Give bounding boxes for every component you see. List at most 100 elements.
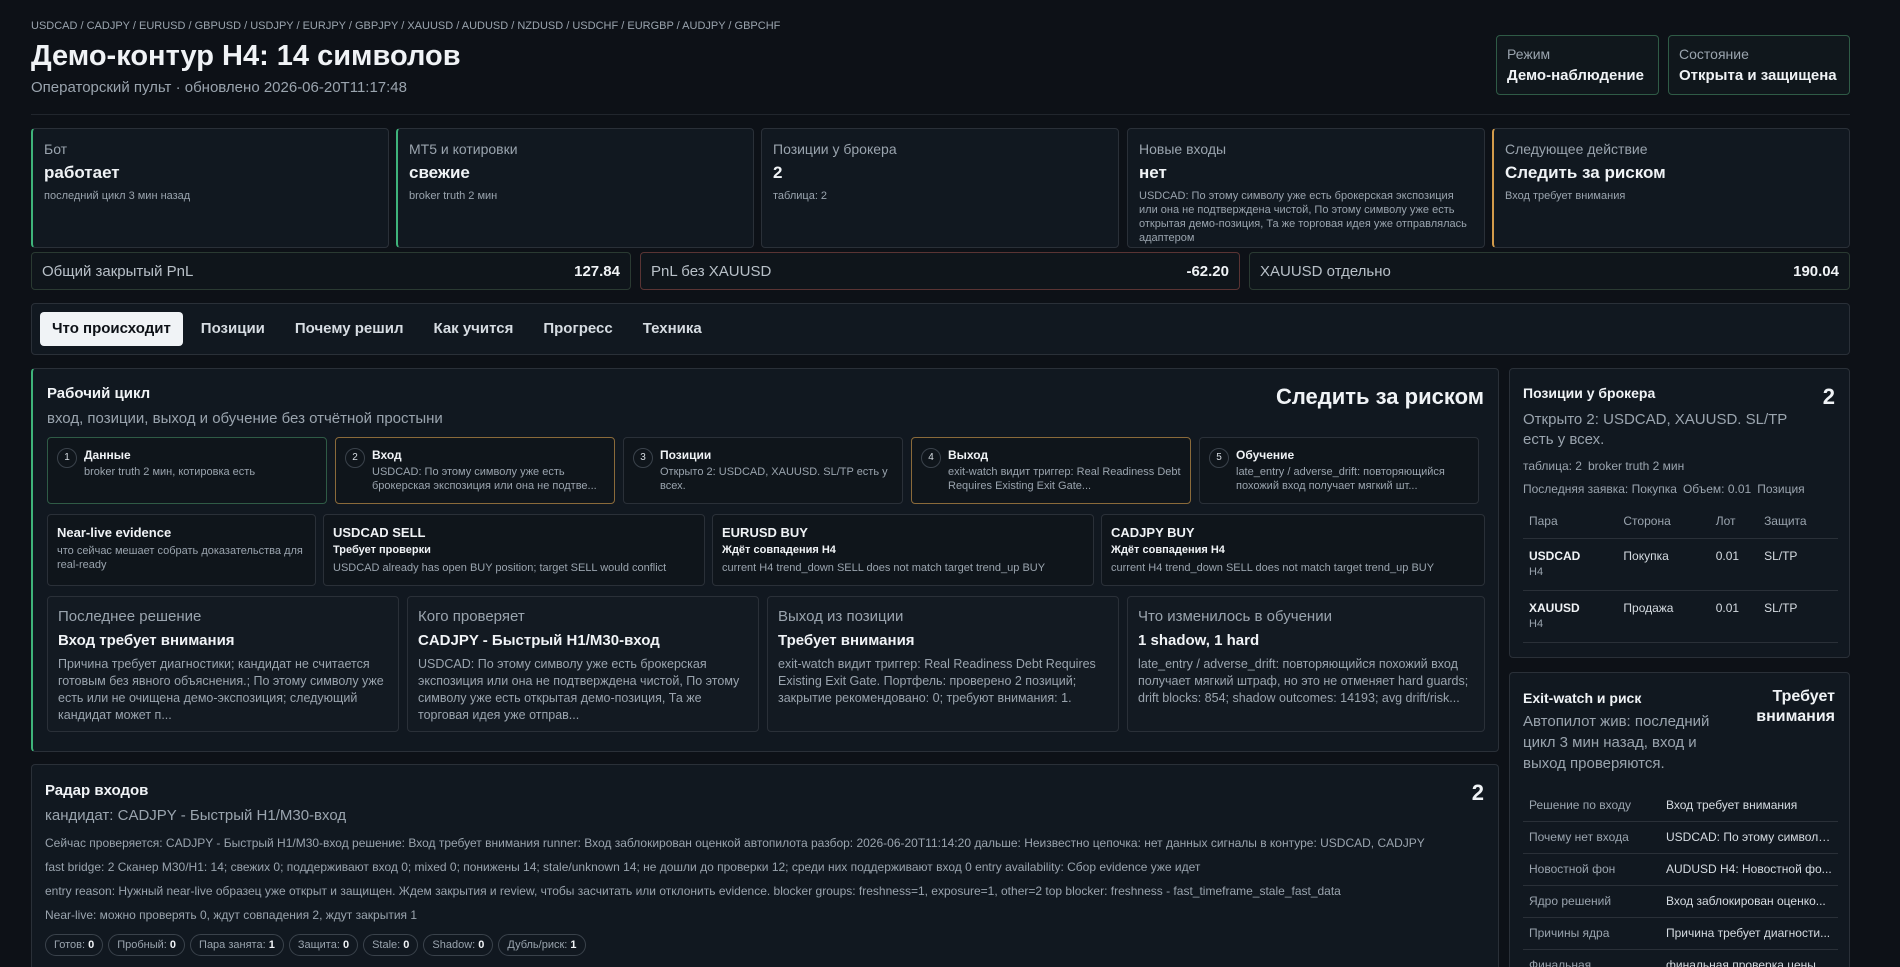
card-next-action: Следующее действие Следить за риском Вхо…: [1492, 128, 1850, 248]
position-side: Продажа: [1617, 590, 1710, 643]
step-desc: exit-watch видит триггер: Real Readiness…: [948, 466, 1181, 492]
pnl-xauusd: XAUUSD отдельно 190.04: [1249, 252, 1850, 290]
card-label: Новые входы: [1139, 141, 1227, 157]
symbol-list: USDCAD / CADJPY / EURUSD / GBPUSD / USDJ…: [31, 20, 781, 32]
position-timeframe: H4: [1529, 618, 1544, 630]
radar-title: Радар входов: [45, 782, 149, 799]
panel-title: Exit-watch и риск: [1523, 690, 1642, 706]
pnl-label: XAUUSD отдельно: [1260, 262, 1391, 280]
chip-ready: Готов: 0: [45, 934, 104, 956]
decision-desc: Причина требует диагностики; кандидат не…: [58, 657, 384, 722]
panel-title: Позиции у брокера: [1523, 385, 1656, 401]
step-desc: Открыто 2: USDCAD, XAUUSD. SL/TP есть у …: [660, 466, 888, 492]
card-sub: таблица: 2: [773, 190, 828, 202]
step-learning[interactable]: 5 Обучение late_entry / adverse_drift: п…: [1199, 437, 1479, 504]
step-exit[interactable]: 4 Выход exit-watch видит триггер: Real R…: [911, 437, 1191, 504]
chip-stale: Stale: 0: [363, 934, 419, 956]
mode-label: Режим: [1507, 46, 1551, 62]
table-row[interactable]: USDCAD H4 Покупка 0.01 SL/TP: [1523, 538, 1838, 591]
chip-protection: Защита: 0: [288, 934, 359, 956]
evidence-title: CADJPY BUY: [1111, 525, 1195, 540]
card-mt5: MT5 и котировки свежие broker truth 2 ми…: [396, 128, 754, 248]
evidence-title: USDCAD SELL: [333, 525, 426, 540]
decision-label: Кого проверяет: [418, 608, 525, 625]
tab-progress[interactable]: Прогресс: [531, 312, 624, 346]
decision-desc: late_entry / adverse_drift: повторяющийс…: [1138, 657, 1469, 705]
evidence-desc: current H4 trend_down SELL does not matc…: [722, 562, 1046, 574]
evidence-eurusd-buy[interactable]: EURUSD BUY Ждёт совпадения H4 current H4…: [712, 514, 1094, 586]
step-number: 3: [633, 448, 653, 468]
header-divider: [31, 114, 1850, 115]
state-badge: Состояние Открыта и защищена: [1668, 35, 1850, 95]
position-lot: 0.01: [1709, 590, 1759, 643]
step-number: 5: [1209, 448, 1229, 468]
exit-watch-state: Требует внимания: [1756, 688, 1835, 725]
kv-row: Финальная финальная проверка цены: [1523, 949, 1838, 967]
decision-last: Последнее решение Вход требует внимания …: [47, 596, 399, 732]
positions-subtitle: Открыто 2: USDCAD, XAUUSD. SL/TP есть у …: [1523, 411, 1788, 448]
evidence-usdcad-sell[interactable]: USDCAD SELL Требует проверки USDCAD alre…: [323, 514, 705, 586]
pnl-value: -62.20: [1186, 262, 1229, 280]
decision-checking: Кого проверяет CADJPY - Быстрый H1/M30-в…: [407, 596, 759, 732]
decision-value: 1 shadow, 1 hard: [1138, 632, 1260, 649]
evidence-near-live: Near-live evidence что сейчас мешает соб…: [47, 514, 316, 586]
radar-chips: Готов: 0 Пробный: 0 Пара занята: 1 Защит…: [45, 934, 586, 956]
exit-watch-table: Решение по входу Вход требует внимания По…: [1523, 789, 1838, 967]
radar-count: 2: [1471, 780, 1484, 805]
decision-label: Последнее решение: [58, 608, 202, 625]
kv-row: Решение по входу Вход требует внимания: [1523, 789, 1838, 822]
table-row[interactable]: XAUUSD H4 Продажа 0.01 SL/TP: [1523, 590, 1838, 643]
next-action: Следить за риском: [1275, 384, 1484, 409]
evidence-desc: что сейчас мешает собрать доказательства…: [57, 545, 303, 571]
pnl-value: 127.84: [574, 262, 620, 280]
tab-learning[interactable]: Как учится: [421, 312, 525, 346]
evidence-status: Ждёт совпадения H4: [722, 544, 836, 556]
chip-duplicate-risk: Дубль/риск: 1: [498, 934, 586, 956]
column-header: Пара: [1523, 514, 1618, 539]
card-value: 2: [773, 163, 783, 182]
pnl-total: Общий закрытый PnL 127.84: [31, 252, 631, 290]
step-number: 1: [57, 448, 77, 468]
card-label: MT5 и котировки: [409, 141, 518, 157]
step-title: Позиции: [660, 448, 712, 462]
radar-line: fast bridge: 2 Сканер M30/H1: 14; свежих…: [45, 860, 1201, 874]
work-cycle-panel: Рабочий цикл вход, позиции, выход и обуч…: [31, 368, 1499, 752]
tab-positions[interactable]: Позиции: [189, 312, 277, 346]
tab-what-happens[interactable]: Что происходит: [40, 312, 183, 346]
column-header: Сторона: [1617, 514, 1710, 539]
broker-positions-panel: Позиции у брокера 2 Открыто 2: USDCAD, X…: [1509, 368, 1850, 658]
tab-technical[interactable]: Техника: [631, 312, 714, 346]
pnl-without-xauusd: PnL без XAUUSD -62.20: [640, 252, 1240, 290]
decision-value: Требует внимания: [778, 632, 915, 649]
step-data[interactable]: 1 Данные broker truth 2 мин, котировка е…: [47, 437, 327, 504]
position-side: Покупка: [1617, 538, 1710, 591]
mode-badge: Режим Демо-наблюдение: [1496, 35, 1659, 95]
card-value: свежие: [409, 163, 470, 182]
positions-table: Пара Сторона Лот Защита USDCAD H4 Покупка…: [1523, 514, 1838, 643]
page-title: Демо-контур H4: 14 символов: [31, 40, 461, 72]
evidence-cadjpy-buy[interactable]: CADJPY BUY Ждёт совпадения H4 current H4…: [1101, 514, 1485, 586]
pnl-label: PnL без XAUUSD: [651, 262, 772, 280]
decision-value: Вход требует внимания: [58, 632, 235, 649]
kv-row: Причины ядра Причина требует диагности...: [1523, 917, 1838, 950]
tab-why-decided[interactable]: Почему решил: [283, 312, 416, 346]
step-title: Данные: [84, 448, 131, 462]
evidence-title: EURUSD BUY: [722, 525, 808, 540]
decision-label: Выход из позиции: [778, 608, 904, 625]
radar-line: Сейчас проверяется: CADJPY - Быстрый H1/…: [45, 836, 1425, 850]
step-positions[interactable]: 3 Позиции Открыто 2: USDCAD, XAUUSD. SL/…: [623, 437, 903, 504]
pnl-label: Общий закрытый PnL: [42, 262, 194, 280]
card-value: Следить за риском: [1505, 163, 1666, 182]
step-entry[interactable]: 2 Вход USDCAD: По этому символу уже есть…: [335, 437, 615, 504]
state-label: Состояние: [1679, 46, 1749, 62]
entry-radar-panel: Радар входов 2 кандидат: CADJPY - Быстры…: [31, 764, 1499, 967]
card-positions: Позиции у брокера 2 таблица: 2: [761, 128, 1119, 248]
position-symbol: USDCAD: [1529, 549, 1581, 563]
evidence-title: Near-live evidence: [57, 525, 172, 540]
card-value: работает: [44, 163, 120, 182]
radar-line: Near-live: можно проверять 0, ждут совпа…: [45, 908, 418, 922]
decision-exit: Выход из позиции Требует внимания exit-w…: [767, 596, 1119, 732]
card-label: Бот: [44, 141, 68, 157]
decision-value: CADJPY - Быстрый H1/M30-вход: [418, 632, 660, 649]
card-sub: Вход требует внимания: [1505, 190, 1626, 202]
